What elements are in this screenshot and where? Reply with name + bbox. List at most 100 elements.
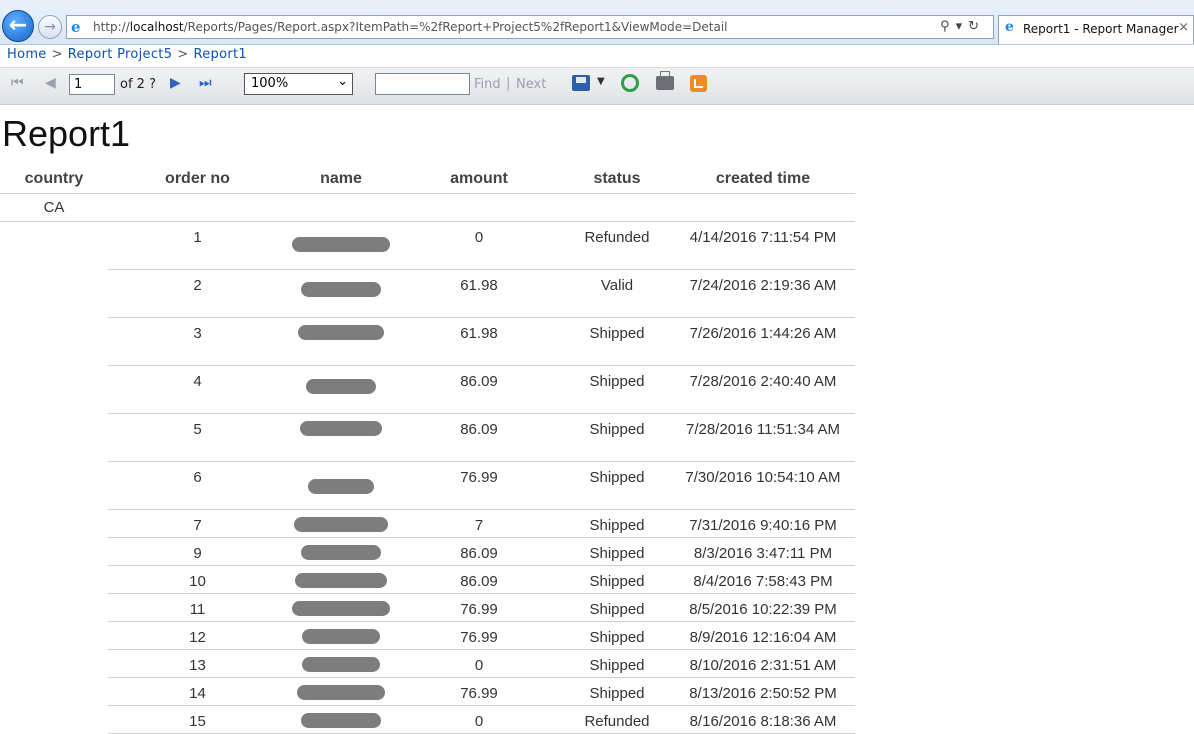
amount-cell: 76.99: [395, 461, 563, 510]
amount-cell: 86.09: [395, 365, 563, 414]
find-input[interactable]: [375, 73, 470, 95]
export-dropdown-icon[interactable]: ▼: [597, 76, 605, 87]
breadcrumb-report[interactable]: Report1: [193, 47, 246, 62]
name-cell-redacted: [287, 461, 395, 510]
table-row: 6 76.99 Shipped 7/30/2016 10:54:10 AM: [0, 461, 855, 510]
amount-cell: 76.99: [395, 593, 563, 622]
name-cell-redacted: [287, 221, 395, 270]
data-feed-icon[interactable]: [690, 75, 707, 92]
amount-cell: 61.98: [395, 269, 563, 318]
amount-cell: 76.99: [395, 621, 563, 650]
breadcrumb-report-project[interactable]: Report Project5: [68, 47, 172, 62]
breadcrumb-home[interactable]: Home: [7, 47, 47, 62]
name-cell-redacted: [287, 621, 395, 650]
breadcrumb-separator: >: [177, 47, 189, 62]
address-url[interactable]: http://localhost/Reports/Pages/Report.as…: [93, 20, 728, 34]
column-header: created time: [671, 164, 855, 194]
created-time-cell: 7/30/2016 10:54:10 AM: [671, 461, 855, 510]
table-header-row: country order no name amount status crea…: [0, 164, 855, 194]
table-row: 10 86.09 Shipped 8/4/2016 7:58:43 PM: [0, 565, 855, 594]
print-icon[interactable]: [656, 71, 674, 90]
report-table: country order no name amount status crea…: [0, 164, 855, 734]
created-time-cell: 7/28/2016 2:40:40 AM: [671, 365, 855, 414]
next-link[interactable]: Next: [516, 77, 546, 92]
table-row: 4 86.09 Shipped 7/28/2016 2:40:40 AM: [0, 365, 855, 414]
address-tools: ⚲▾↻: [940, 19, 985, 34]
order-no-cell: 4: [108, 365, 287, 414]
created-time-cell: 8/9/2016 12:16:04 AM: [671, 621, 855, 650]
browser-tab[interactable]: e Report1 - Report Manager ×: [998, 15, 1194, 44]
created-time-cell: 8/13/2016 2:50:52 PM: [671, 677, 855, 706]
order-no-cell: 9: [108, 537, 287, 566]
order-no-cell: 7: [108, 509, 287, 538]
status-cell: Valid: [563, 269, 671, 318]
table-row: 11 76.99 Shipped 8/5/2016 10:22:39 PM: [0, 593, 855, 622]
zoom-value: 100%: [251, 76, 289, 91]
zoom-select[interactable]: 100% ⌄: [244, 73, 353, 95]
amount-cell: 76.99: [395, 677, 563, 706]
created-time-cell: 4/14/2016 7:11:54 PM: [671, 221, 855, 270]
table-row: 1 0 Refunded 4/14/2016 7:11:54 PM: [0, 221, 855, 270]
created-time-cell: 8/3/2016 3:47:11 PM: [671, 537, 855, 566]
status-cell: Shipped: [563, 365, 671, 414]
column-header: amount: [395, 164, 563, 194]
name-cell-redacted: [287, 677, 395, 706]
column-header: order no: [108, 164, 287, 194]
back-arrow-icon[interactable]: ←: [2, 10, 34, 42]
column-header: status: [563, 164, 671, 194]
status-cell: Shipped: [563, 413, 671, 462]
report-title: Report1: [2, 113, 131, 154]
page-count: of 2 ?: [120, 77, 156, 92]
order-no-cell: 10: [108, 565, 287, 594]
refresh-icon[interactable]: ↻: [968, 19, 985, 34]
status-cell: Shipped: [563, 565, 671, 594]
tab-close-icon[interactable]: ×: [1178, 20, 1189, 35]
table-row: 9 86.09 Shipped 8/3/2016 3:47:11 PM: [0, 537, 855, 566]
name-cell-redacted: [287, 365, 395, 414]
table-row: 13 0 Shipped 8/10/2016 2:31:51 AM: [0, 649, 855, 678]
forward-arrow-icon[interactable]: →: [38, 15, 62, 39]
chevron-down-icon: ⌄: [337, 74, 348, 89]
amount-cell: 86.09: [395, 537, 563, 566]
table-row: 15 0 Refunded 8/16/2016 8:18:36 AM: [0, 705, 855, 734]
amount-cell: 0: [395, 649, 563, 678]
status-cell: Shipped: [563, 509, 671, 538]
name-cell-redacted: [287, 509, 395, 538]
created-time-cell: 8/5/2016 10:22:39 PM: [671, 593, 855, 622]
order-no-cell: 6: [108, 461, 287, 510]
report-toolbar: ⏮ ◀ of 2 ? ▶ ⏭ 100% ⌄ Find | Next ▼: [0, 67, 1194, 105]
breadcrumb-separator: >: [51, 47, 63, 62]
name-cell-redacted: [287, 317, 395, 366]
export-icon[interactable]: [572, 75, 590, 91]
name-cell-redacted: [287, 705, 395, 734]
ie-logo-icon: e: [71, 18, 81, 36]
amount-cell: 61.98: [395, 317, 563, 366]
browser-chrome: ← → e http://localhost/Reports/Pages/Rep…: [0, 0, 1194, 45]
table-row: 2 61.98 Valid 7/24/2016 2:19:36 AM: [0, 269, 855, 318]
created-time-cell: 7/31/2016 9:40:16 PM: [671, 509, 855, 538]
last-page-icon[interactable]: ⏭: [199, 75, 212, 91]
order-no-cell: 2: [108, 269, 287, 318]
previous-page-icon[interactable]: ◀: [45, 75, 56, 91]
next-page-icon[interactable]: ▶: [170, 75, 181, 91]
address-bar[interactable]: e http://localhost/Reports/Pages/Report.…: [66, 15, 994, 39]
first-page-icon[interactable]: ⏮: [11, 75, 24, 91]
search-icon[interactable]: ⚲: [940, 19, 956, 34]
find-link[interactable]: Find: [474, 77, 501, 92]
created-time-cell: 7/24/2016 2:19:36 AM: [671, 269, 855, 318]
status-cell: Shipped: [563, 317, 671, 366]
dropdown-icon[interactable]: ▾: [956, 19, 969, 34]
status-cell: Refunded: [563, 705, 671, 734]
name-cell-redacted: [287, 413, 395, 462]
amount-cell: 0: [395, 221, 563, 270]
country-group: CA: [0, 193, 108, 222]
refresh-report-icon[interactable]: [621, 74, 639, 92]
order-no-cell: 5: [108, 413, 287, 462]
name-cell-redacted: [287, 269, 395, 318]
table-row: 3 61.98 Shipped 7/26/2016 1:44:26 AM: [0, 317, 855, 366]
order-no-cell: 15: [108, 705, 287, 734]
status-cell: Shipped: [563, 461, 671, 510]
amount-cell: 86.09: [395, 413, 563, 462]
status-cell: Shipped: [563, 537, 671, 566]
page-number-input[interactable]: [69, 74, 115, 95]
